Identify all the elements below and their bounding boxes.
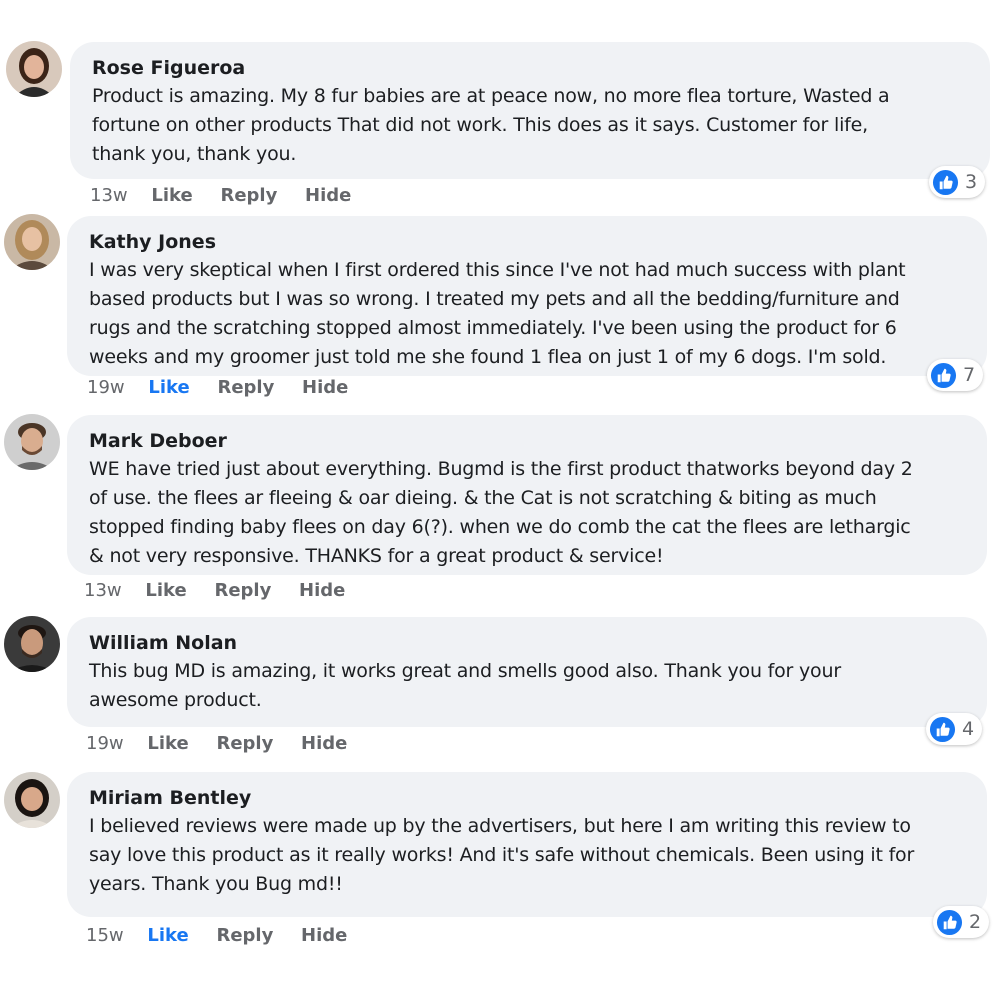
profile-photo [4, 772, 60, 828]
reaction-summary[interactable]: 7 [927, 359, 984, 391]
comment-actions: 19w Like Reply Hide [86, 732, 369, 756]
hide-button[interactable]: Hide [305, 184, 351, 208]
comment-timestamp[interactable]: 15w [86, 924, 124, 948]
reply-button[interactable]: Reply [220, 184, 277, 208]
avatar[interactable] [4, 414, 60, 470]
comment-bubble: William Nolan This bug MD is amazing, it… [67, 617, 987, 727]
profile-photo [4, 214, 60, 270]
comment-author[interactable]: Miriam Bentley [89, 784, 965, 812]
reaction-summary[interactable]: 3 [929, 166, 986, 198]
comment-bubble: Kathy Jones I was very skeptical when I … [67, 216, 987, 376]
thumbs-up-icon [936, 909, 963, 935]
avatar[interactable] [4, 214, 60, 270]
hide-button[interactable]: Hide [301, 732, 347, 756]
avatar[interactable] [4, 616, 60, 672]
hide-button[interactable]: Hide [302, 376, 348, 400]
comment-text: based products but I was so wrong. I tre… [89, 288, 900, 310]
reply-button[interactable]: Reply [216, 732, 273, 756]
comment-text: thank you, thank you. [92, 143, 297, 165]
avatar[interactable] [4, 772, 60, 828]
comment-text: & not very responsive. THANKS for a grea… [89, 545, 664, 567]
comment-actions: 13w Like Reply Hide [90, 184, 373, 208]
like-button[interactable]: Like [148, 376, 189, 400]
comment-timestamp[interactable]: 13w [84, 579, 122, 603]
comment-text: rugs and the scratching stopped almost i… [89, 317, 897, 339]
hide-button[interactable]: Hide [299, 579, 345, 603]
profile-photo [4, 616, 60, 672]
comment-text: say love this product as it really works… [89, 844, 915, 866]
comment-text: Product is amazing. My 8 fur babies are … [92, 85, 890, 107]
hide-button[interactable]: Hide [301, 924, 347, 948]
comment-timestamp[interactable]: 19w [87, 376, 125, 400]
comment-text: years. Thank you Bug md!! [89, 873, 343, 895]
like-button[interactable]: Like [151, 184, 192, 208]
comment-bubble: Mark Deboer WE have tried just about eve… [67, 415, 987, 575]
thumbs-up-icon [930, 362, 957, 388]
comment-author[interactable]: William Nolan [89, 629, 965, 657]
comment-text: I believed reviews were made up by the a… [89, 815, 911, 837]
comment-text: stopped finding baby flees on day 6(?). … [89, 516, 911, 538]
reaction-count: 2 [969, 911, 982, 933]
comment-actions: 15w Like Reply Hide [86, 924, 369, 948]
like-button[interactable]: Like [147, 732, 188, 756]
like-button[interactable]: Like [145, 579, 186, 603]
comment-text: awesome product. [89, 689, 262, 711]
like-button[interactable]: Like [147, 924, 188, 948]
comment-text: weeks and my groomer just told me she fo… [89, 346, 887, 368]
profile-photo [6, 41, 62, 97]
reaction-summary[interactable]: 2 [933, 906, 990, 938]
reply-button[interactable]: Reply [216, 924, 273, 948]
comment-bubble: Rose Figueroa Product is amazing. My 8 f… [70, 42, 990, 179]
comment-text: I was very skeptical when I first ordere… [89, 259, 906, 281]
reply-button[interactable]: Reply [214, 579, 271, 603]
comment-bubble: Miriam Bentley I believed reviews were m… [67, 772, 987, 917]
thumbs-up-icon [929, 716, 956, 742]
comment-actions: 13w Like Reply Hide [84, 579, 367, 603]
thumbs-up-icon [932, 169, 959, 195]
reaction-count: 3 [965, 171, 978, 193]
reaction-count: 7 [963, 364, 976, 386]
profile-photo [4, 414, 60, 470]
comment-timestamp[interactable]: 19w [86, 732, 124, 756]
comment-text: This bug MD is amazing, it works great a… [89, 660, 841, 682]
comment-author[interactable]: Rose Figueroa [92, 54, 968, 82]
comment-text: of use. the flees ar fleeing & oar diein… [89, 487, 877, 509]
reaction-summary[interactable]: 4 [926, 713, 983, 745]
comment-text: fortune on other products That did not w… [92, 114, 868, 136]
comment-text: WE have tried just about everything. Bug… [89, 458, 913, 480]
comment-timestamp[interactable]: 13w [90, 184, 128, 208]
comment-author[interactable]: Mark Deboer [89, 427, 965, 455]
comment-author[interactable]: Kathy Jones [89, 228, 965, 256]
comment-actions: 19w Like Reply Hide [87, 376, 370, 400]
reaction-count: 4 [962, 718, 975, 740]
avatar[interactable] [6, 41, 62, 97]
reply-button[interactable]: Reply [217, 376, 274, 400]
